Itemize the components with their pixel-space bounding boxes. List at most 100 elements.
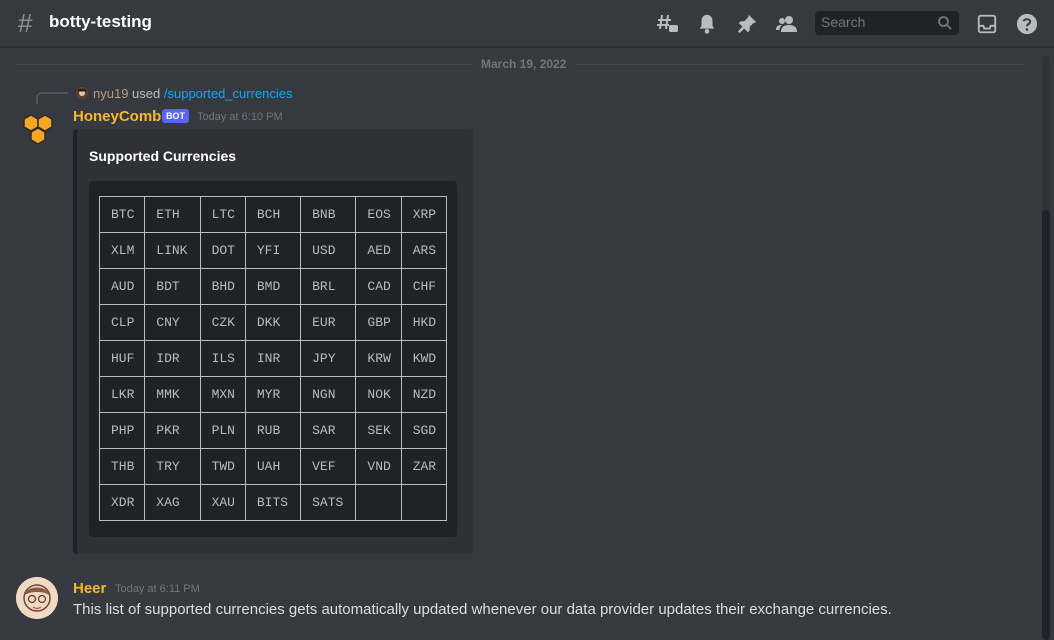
user-message-timestamp: Today at 6:11 PM bbox=[115, 583, 200, 595]
table-cell: AUD bbox=[98, 268, 146, 305]
table-cell: CLP bbox=[98, 304, 146, 341]
table-cell: GBP bbox=[355, 304, 402, 341]
table-cell: ARS bbox=[400, 232, 448, 269]
table-cell: DOT bbox=[199, 232, 246, 269]
table-cell: DKK bbox=[244, 304, 302, 341]
embed: Supported Currencies BTC ETH LTC BCH BNB EOS X… bbox=[73, 129, 473, 554]
table-cell: ZAR bbox=[400, 448, 448, 485]
table-cell: PHP bbox=[98, 412, 146, 449]
table-cell: TWD bbox=[199, 448, 246, 485]
table-cell: NOK bbox=[355, 376, 402, 413]
embed-title: Supported Currencies bbox=[89, 148, 237, 164]
bot-badge: BOT bbox=[162, 109, 189, 123]
table-row: THB TRY TWD UAH VEF VND ZAR bbox=[98, 448, 448, 485]
table-cell: PLN bbox=[199, 412, 246, 449]
heer-avatar[interactable] bbox=[16, 577, 58, 619]
table-cell: KWD bbox=[400, 340, 448, 377]
table-cell: BTC bbox=[98, 196, 146, 233]
table-row: BTC ETH LTC BCH BNB EOS XRP bbox=[98, 196, 448, 233]
reply-username[interactable]: nyu19 bbox=[93, 86, 128, 101]
help-icon[interactable] bbox=[1015, 12, 1039, 36]
table-cell: XAU bbox=[199, 484, 246, 521]
table-cell: BDT bbox=[144, 268, 201, 305]
table-cell: LINK bbox=[144, 232, 201, 269]
table-cell: INR bbox=[244, 340, 302, 377]
table-row: XLM LINK DOT YFI USD AED ARS bbox=[98, 232, 448, 269]
table-cell: LTC bbox=[199, 196, 246, 233]
table-cell: CHF bbox=[400, 268, 448, 305]
table-row: HUF IDR ILS INR JPY KRW KWD bbox=[98, 340, 448, 377]
threads-icon[interactable] bbox=[656, 12, 680, 36]
reply-command-link[interactable]: /supported_currencies bbox=[164, 86, 293, 101]
reply-context: nyu19 used /supported_currencies bbox=[93, 86, 293, 101]
table-cell: VEF bbox=[300, 448, 357, 485]
table-cell: BHD bbox=[199, 268, 246, 305]
reply-used-label: used bbox=[132, 86, 161, 101]
code-block: BTC ETH LTC BCH BNB EOS XRP XLM LINK DOT YFI USD AED… bbox=[89, 181, 457, 537]
currency-grid: BTC ETH LTC BCH BNB EOS XRP XLM LINK DOT YFI USD AED… bbox=[98, 196, 448, 521]
table-cell: ILS bbox=[199, 340, 246, 377]
table-cell: SAR bbox=[300, 412, 357, 449]
search-icon bbox=[937, 15, 953, 31]
table-cell: CNY bbox=[144, 304, 201, 341]
table-cell: MMK bbox=[144, 376, 201, 413]
bot-message-timestamp: Today at 6:10 PM bbox=[197, 111, 283, 123]
channel-hash-icon: # bbox=[18, 8, 33, 38]
table-row: LKR MMK MXN MYR NGN NOK NZD bbox=[98, 376, 448, 413]
table-cell: TRY bbox=[144, 448, 201, 485]
table-cell: XRP bbox=[400, 196, 448, 233]
table-cell: XLM bbox=[98, 232, 146, 269]
table-cell: NGN bbox=[300, 376, 357, 413]
reply-spine bbox=[36, 92, 68, 104]
table-cell: SATS bbox=[300, 484, 357, 521]
table-cell: IDR bbox=[144, 340, 201, 377]
members-icon[interactable] bbox=[775, 12, 799, 36]
bell-icon[interactable] bbox=[695, 12, 719, 36]
table-cell: AED bbox=[355, 232, 402, 269]
table-cell: ETH bbox=[144, 196, 201, 233]
user-message-text: This list of supported currencies gets a… bbox=[73, 601, 892, 618]
inbox-icon[interactable] bbox=[975, 12, 999, 36]
table-cell: BRL bbox=[300, 268, 357, 305]
table-cell: PKR bbox=[144, 412, 201, 449]
date-divider-label: March 19, 2022 bbox=[472, 56, 576, 72]
table-cell: XAG bbox=[144, 484, 201, 521]
table-row: PHP PKR PLN RUB SAR SEK SGD bbox=[98, 412, 448, 449]
table-cell: XDR bbox=[98, 484, 146, 521]
table-cell: USD bbox=[300, 232, 357, 269]
table-cell: UAH bbox=[244, 448, 302, 485]
table-cell: SEK bbox=[355, 412, 402, 449]
table-cell: HUF bbox=[98, 340, 146, 377]
search-input[interactable] bbox=[821, 14, 933, 30]
pin-icon[interactable] bbox=[735, 12, 759, 36]
table-cell: BCH bbox=[244, 196, 302, 233]
table-cell: LKR bbox=[98, 376, 146, 413]
table-cell: BITS bbox=[244, 484, 302, 521]
table-cell bbox=[400, 484, 448, 521]
honeycomb-avatar[interactable] bbox=[16, 110, 60, 154]
table-cell: JPY bbox=[300, 340, 357, 377]
currency-table: BTC ETH LTC BCH BNB EOS XRP XLM LINK DOT YFI USD AED… bbox=[98, 196, 448, 521]
table-cell: MXN bbox=[199, 376, 246, 413]
channel-name: botty-testing bbox=[49, 12, 152, 31]
table-cell: THB bbox=[98, 448, 146, 485]
table-cell: VND bbox=[355, 448, 402, 485]
table-row: CLP CNY CZK DKK EUR GBP HKD bbox=[98, 304, 448, 341]
table-cell: NZD bbox=[400, 376, 448, 413]
table-cell: BMD bbox=[244, 268, 302, 305]
reply-avatar[interactable] bbox=[76, 87, 88, 99]
user-author-name[interactable]: Heer bbox=[73, 580, 106, 597]
search-box[interactable] bbox=[815, 11, 959, 35]
table-cell: CAD bbox=[355, 268, 402, 305]
table-cell: KRW bbox=[355, 340, 402, 377]
table-row: XDR XAG XAU BITS SATS bbox=[98, 484, 448, 521]
table-cell: RUB bbox=[244, 412, 302, 449]
table-cell: EOS bbox=[355, 196, 402, 233]
scrollbar-thumb[interactable] bbox=[1042, 210, 1050, 640]
bot-author-name[interactable]: HoneyComb bbox=[73, 108, 161, 125]
table-cell: SGD bbox=[400, 412, 448, 449]
table-cell: HKD bbox=[400, 304, 448, 341]
table-cell: BNB bbox=[300, 196, 357, 233]
table-cell: CZK bbox=[199, 304, 246, 341]
table-cell: EUR bbox=[300, 304, 357, 341]
